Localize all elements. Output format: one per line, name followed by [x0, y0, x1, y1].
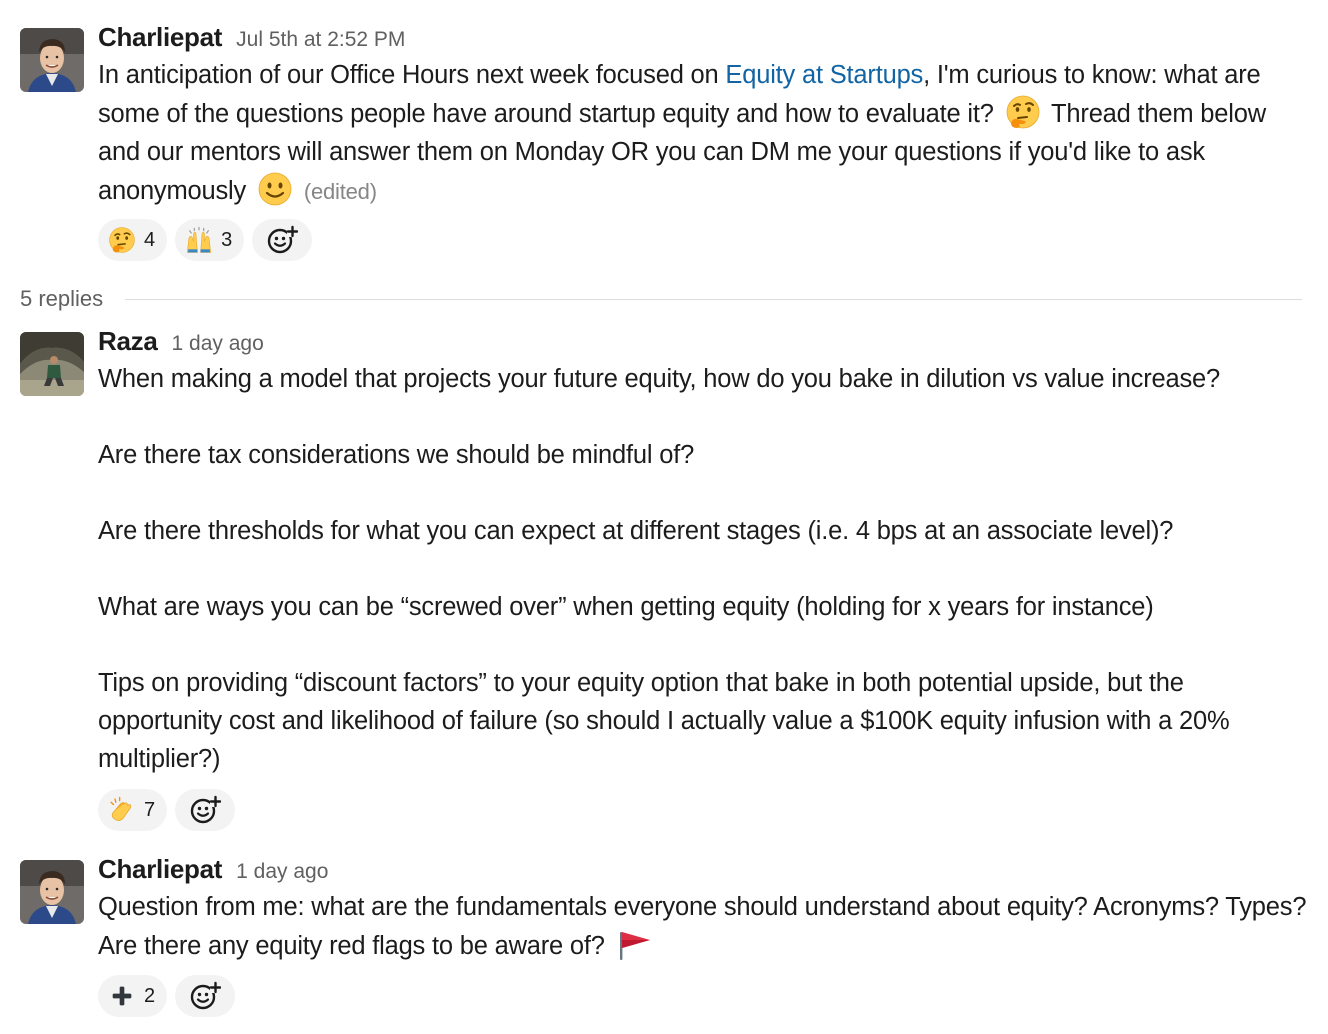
reaction-count: 3 — [221, 228, 233, 251]
raised-hands-icon — [185, 226, 213, 254]
message-text-segment: In anticipation of our Office Hours next… — [98, 61, 726, 89]
author-name[interactable]: Charliepat — [98, 22, 222, 53]
message-charliepat-1: Charliepat Jul 5th at 2:52 PM In anticip… — [0, 22, 1328, 267]
message-paragraph: Tips on providing “discount factors” to … — [98, 669, 1230, 773]
reactions-bar: 7 — [98, 789, 236, 831]
add-reaction-icon — [189, 794, 221, 826]
message-paragraph: What are ways you can be “screwed over” … — [98, 593, 1154, 621]
message-header: Charliepat 1 day ago — [98, 854, 1314, 885]
reaction-clapping-hands[interactable]: 7 — [98, 789, 168, 831]
add-reaction-icon — [189, 980, 221, 1012]
replies-count[interactable]: 5 replies — [20, 286, 103, 312]
avatar-charliepat[interactable] — [20, 860, 84, 924]
heavy-plus-sign-icon — [108, 982, 136, 1010]
add-reaction-button[interactable] — [175, 975, 236, 1017]
author-name[interactable]: Charliepat — [98, 854, 222, 885]
triangular-red-flag-icon — [616, 926, 652, 962]
reaction-count: 4 — [144, 228, 156, 251]
message-text: Question from me: what are the fundament… — [98, 888, 1314, 965]
slightly-smiling-face-icon — [257, 171, 293, 207]
thinking-face-icon — [1005, 94, 1041, 130]
message-text: When making a model that projects your f… — [98, 360, 1314, 778]
reaction-thinking-face[interactable]: 4 — [98, 219, 168, 261]
message-timestamp[interactable]: 1 day ago — [172, 332, 264, 356]
message-paragraph: When making a model that projects your f… — [98, 365, 1220, 393]
reaction-heavy-plus-sign[interactable]: 2 — [98, 975, 168, 1017]
reaction-count: 2 — [144, 984, 156, 1007]
edited-label: (edited) — [303, 179, 377, 204]
reaction-count: 7 — [144, 798, 156, 821]
message-text: In anticipation of our Office Hours next… — [98, 56, 1314, 211]
message-text-segment: Question from me: what are the fundament… — [98, 893, 1307, 960]
message-header: Raza 1 day ago — [98, 326, 1314, 357]
reactions-bar: 2 — [98, 975, 236, 1017]
message-timestamp[interactable]: Jul 5th at 2:52 PM — [236, 28, 405, 52]
reactions-bar: 4 3 — [98, 219, 313, 261]
message-charliepat-2: Charliepat 1 day ago Question from me: w… — [0, 854, 1328, 1029]
message-paragraph: Are there tax considerations we should b… — [98, 441, 695, 469]
divider-line — [125, 298, 1302, 300]
message-raza: Raza 1 day ago When making a model that … — [0, 326, 1328, 836]
equity-at-startups-link[interactable]: Equity at Startups — [725, 61, 923, 89]
avatar-raza[interactable] — [20, 332, 84, 396]
thinking-face-icon — [108, 226, 136, 254]
add-reaction-button[interactable] — [252, 219, 313, 261]
add-reaction-button[interactable] — [175, 789, 236, 831]
thread-replies-divider: 5 replies — [20, 284, 1302, 314]
add-reaction-icon — [266, 224, 298, 256]
reaction-raised-hands[interactable]: 3 — [175, 219, 245, 261]
message-paragraph: Are there thresholds for what you can ex… — [98, 517, 1174, 545]
message-timestamp[interactable]: 1 day ago — [236, 860, 328, 884]
clapping-hands-icon — [108, 796, 136, 824]
message-header: Charliepat Jul 5th at 2:52 PM — [98, 22, 1314, 53]
author-name[interactable]: Raza — [98, 326, 158, 357]
avatar-charliepat[interactable] — [20, 28, 84, 92]
